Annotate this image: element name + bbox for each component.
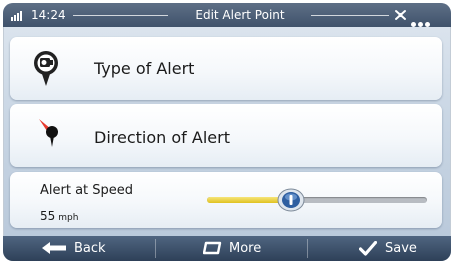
- alert-speed-value: 55 mph: [40, 208, 78, 225]
- back-label: Back: [74, 241, 106, 256]
- save-label: Save: [385, 241, 417, 256]
- alert-speed-label: Alert at Speed: [40, 183, 134, 198]
- slider-thumb[interactable]: [277, 188, 305, 212]
- direction-of-alert-label: Direction of Alert: [94, 128, 230, 147]
- title-rule-left: [73, 15, 168, 16]
- title-rule-right: [311, 15, 389, 16]
- toolbar-divider: [155, 239, 156, 258]
- direction-pin-icon: [37, 117, 67, 149]
- status-bar: 14:24 Edit Alert Point: [3, 3, 451, 27]
- type-of-alert-row[interactable]: Type of Alert: [10, 37, 442, 100]
- signal-icon: [11, 11, 25, 21]
- more-label: More: [229, 241, 262, 256]
- speed-slider[interactable]: [207, 188, 427, 212]
- screen: 14:24 Edit Alert Point Type of Alert Dir…: [3, 3, 451, 261]
- checkmark-icon: [359, 241, 377, 256]
- back-arrow-icon: [42, 242, 66, 254]
- back-button[interactable]: Back: [3, 236, 153, 261]
- speed-camera-alert-icon: [31, 50, 61, 88]
- toolbar-divider: [307, 239, 308, 258]
- bottom-toolbar: Back More Save: [3, 236, 451, 261]
- speed-unit: mph: [58, 213, 79, 223]
- clock: 14:24: [31, 8, 66, 22]
- type-of-alert-label: Type of Alert: [94, 59, 195, 78]
- menu-dots-icon[interactable]: [411, 12, 432, 31]
- direction-of-alert-row[interactable]: Direction of Alert: [10, 104, 442, 167]
- page-title: Edit Alert Point: [195, 8, 285, 22]
- more-icon: [203, 241, 222, 255]
- satellite-icon: [393, 8, 409, 22]
- alert-speed-row: Alert at Speed 55 mph: [10, 172, 442, 228]
- more-button[interactable]: More: [157, 236, 305, 261]
- save-button[interactable]: Save: [309, 236, 451, 261]
- speed-number: 55: [40, 209, 56, 223]
